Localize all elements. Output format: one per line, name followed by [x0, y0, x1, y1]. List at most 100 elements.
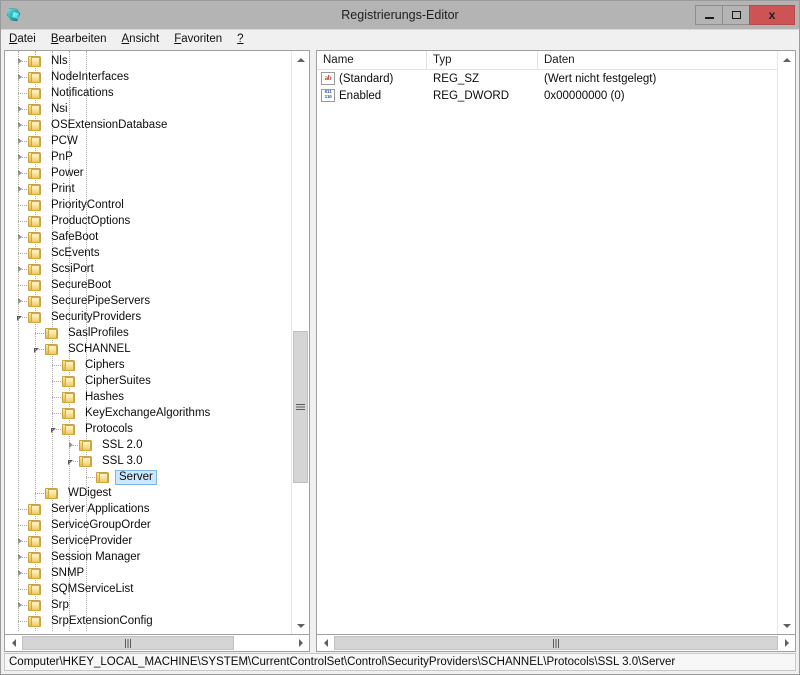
menu-ansicht[interactable]: Ansicht [122, 33, 160, 45]
values-scroll-down-button[interactable] [778, 617, 795, 634]
values-hscroll-thumb[interactable] [334, 636, 778, 650]
tree-connector [18, 253, 27, 255]
menu-bearbeiten[interactable]: Bearbeiten [51, 33, 107, 45]
folder-icon [27, 87, 43, 100]
tree-item[interactable]: SafeBoot [5, 229, 291, 245]
table-row[interactable]: ab (Standard) REG_SZ (Wert nicht festgel… [317, 70, 777, 87]
maximize-button[interactable] [722, 5, 750, 25]
tree-item[interactable]: SecurePipeServers [5, 293, 291, 309]
folder-icon [27, 503, 43, 516]
table-row[interactable]: 011 110 Enabled REG_DWORD 0x00000000 (0) [317, 87, 777, 104]
tree-item[interactable]: Srp [5, 597, 291, 613]
values-scroll-up-button[interactable] [778, 51, 795, 68]
tree-item[interactable]: SQMServiceList [5, 581, 291, 597]
tree-vertical-scrollbar[interactable] [291, 51, 309, 634]
values-hscroll-track[interactable] [334, 635, 778, 651]
tree-item[interactable]: Nls [5, 53, 291, 69]
value-data-cell: (Wert nicht festgelegt) [544, 72, 657, 85]
tree-scroll-right-button[interactable] [292, 635, 309, 651]
tree-item[interactable]: ServiceProvider [5, 533, 291, 549]
value-name-text: Enabled [339, 89, 382, 102]
tree-item[interactable]: SecurityProviders [5, 309, 291, 325]
tree-scroll-left-button[interactable] [5, 635, 22, 651]
folder-icon [27, 231, 43, 244]
menu-bearbeiten-rest: earbeiten [58, 32, 107, 45]
tree-scroll-thumb[interactable] [293, 331, 308, 483]
menu-help[interactable]: ? [237, 33, 243, 45]
value-type-cell: REG_SZ [433, 72, 480, 85]
dword-value-glyph: 011 110 [324, 90, 332, 100]
tree-item-label: ServiceProvider [51, 534, 133, 547]
tree-item[interactable]: Ciphers [5, 357, 291, 373]
tree-item[interactable]: NodeInterfaces [5, 69, 291, 85]
tree-item[interactable]: SSL 3.0 [5, 453, 291, 469]
tree-hscroll-track[interactable] [22, 635, 292, 651]
tree-item[interactable]: PriorityControl [5, 197, 291, 213]
tree-hscroll-thumb[interactable] [22, 636, 234, 650]
tree-item[interactable]: OSExtensionDatabase [5, 117, 291, 133]
tree-item[interactable]: ServiceGroupOrder [5, 517, 291, 533]
close-button[interactable]: x [749, 5, 795, 25]
tree-item-selected[interactable]: Server [5, 469, 291, 485]
minimize-button[interactable] [695, 5, 723, 25]
scroll-grip-icon [552, 638, 560, 648]
tree-item[interactable]: Hashes [5, 389, 291, 405]
folder-icon [27, 103, 43, 116]
folder-icon [27, 55, 43, 68]
tree-item[interactable]: Server Applications [5, 501, 291, 517]
tree-item-label: Print [51, 182, 75, 195]
tree-item-label: Power [51, 166, 84, 179]
tree-item[interactable]: KeyExchangeAlgorithms [5, 405, 291, 421]
tree-item[interactable]: Nsi [5, 101, 291, 117]
tree-item[interactable]: PCW [5, 133, 291, 149]
tree-item[interactable]: WDigest [5, 485, 291, 501]
tree-scroll-area[interactable]: Nls NodeInterfaces Notifications Nsi OSExten… [5, 51, 291, 634]
tree-item[interactable]: SSL 2.0 [5, 437, 291, 453]
values-horizontal-scrollbar[interactable] [316, 635, 796, 652]
tree-item-label: NodeInterfaces [51, 70, 129, 83]
tree-item[interactable]: Notifications [5, 85, 291, 101]
column-header-data[interactable]: Daten [538, 51, 777, 69]
tree-connector [18, 621, 27, 623]
values-scroll-right-button[interactable] [778, 635, 795, 651]
menu-favoriten[interactable]: Favoriten [174, 33, 222, 45]
tree-scroll-down-button[interactable] [292, 617, 309, 634]
menu-datei[interactable]: Datei [9, 33, 36, 45]
minimize-icon [704, 16, 714, 19]
tree-item-label: PriorityControl [51, 198, 124, 211]
values-vertical-scrollbar[interactable] [777, 51, 795, 634]
tree-item[interactable]: ProductOptions [5, 213, 291, 229]
tree-item[interactable]: ScsiPort [5, 261, 291, 277]
tree-connector [18, 317, 27, 319]
tree-connector [18, 301, 27, 303]
tree-pane: Nls NodeInterfaces Notifications Nsi OSExten… [4, 50, 310, 652]
column-header-name[interactable]: Name [317, 51, 427, 69]
folder-icon [27, 183, 43, 196]
tree-item[interactable]: Session Manager [5, 549, 291, 565]
tree-item[interactable]: SNMP [5, 565, 291, 581]
tree-scroll-up-button[interactable] [292, 51, 309, 68]
tree-item[interactable]: CipherSuites [5, 373, 291, 389]
title-bar[interactable]: Registrierungs-Editor x [1, 1, 799, 29]
values-scroll-track[interactable] [778, 68, 795, 617]
tree-item[interactable]: PnP [5, 149, 291, 165]
tree-item[interactable]: SecureBoot [5, 277, 291, 293]
column-header-type[interactable]: Typ [427, 51, 538, 69]
tree-connector [18, 525, 27, 527]
tree-item[interactable]: SCHANNEL [5, 341, 291, 357]
menu-favoriten-rest: avoriten [181, 32, 223, 45]
tree-item[interactable]: SaslProfiles [5, 325, 291, 341]
tree-item[interactable]: SrpExtensionConfig [5, 613, 291, 629]
tree-item[interactable]: Print [5, 181, 291, 197]
chevron-left-icon [11, 639, 16, 647]
tree-item-label: Hashes [85, 390, 124, 403]
tree-item[interactable]: ScEvents [5, 245, 291, 261]
tree-scroll-track[interactable] [292, 68, 309, 617]
tree-item[interactable]: Protocols [5, 421, 291, 437]
tree-connector [52, 397, 61, 399]
window-title: Registrierungs-Editor [341, 8, 459, 22]
tree-horizontal-scrollbar[interactable] [4, 635, 310, 652]
values-scroll-left-button[interactable] [317, 635, 334, 651]
tree-item[interactable]: Power [5, 165, 291, 181]
folder-icon [27, 151, 43, 164]
